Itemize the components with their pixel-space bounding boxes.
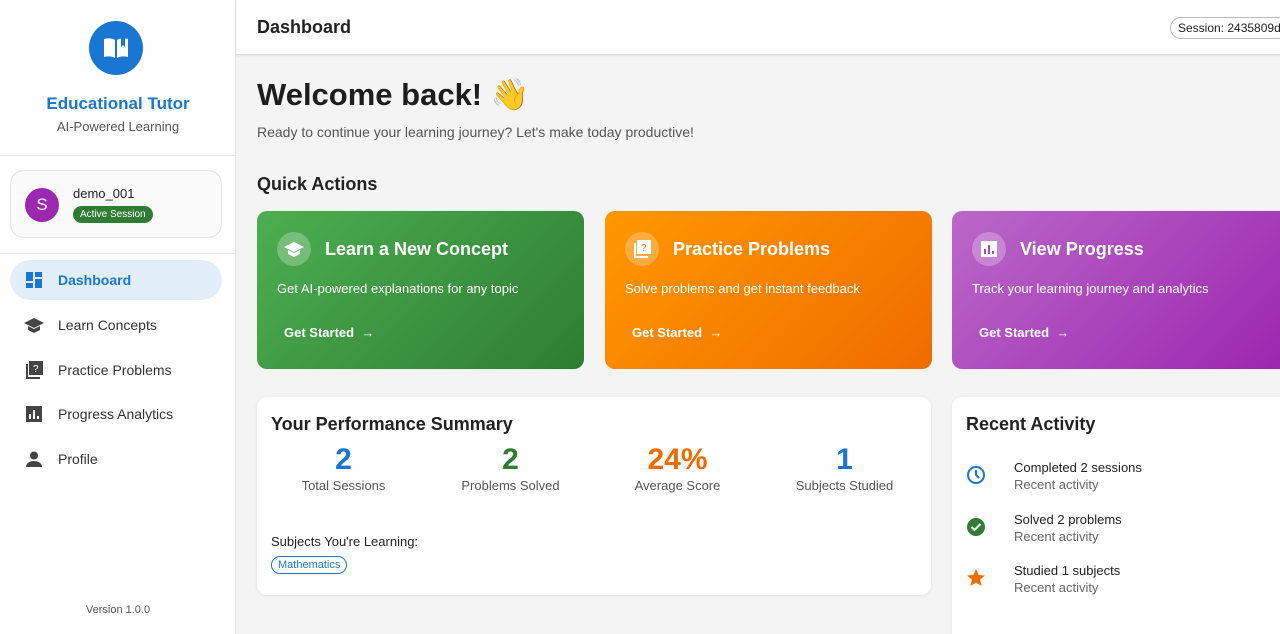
dashboard-icon — [24, 270, 44, 290]
card-description: Solve problems and get instant feedback — [625, 281, 860, 296]
panel-title: Recent Activity — [966, 414, 1096, 434]
app-brand: Educational Tutor — [46, 94, 190, 113]
analytics-icon — [972, 232, 1006, 266]
performance-summary-panel: Your Performance Summary 2 Total Sessions… — [257, 397, 931, 595]
quick-actions-title: Quick Actions — [257, 174, 378, 194]
welcome-heading: Welcome back! 👋 — [257, 77, 530, 112]
status-badge: Active Session — [73, 206, 153, 223]
avatar: S — [25, 188, 59, 222]
sidebar-item-profile[interactable]: Profile — [10, 439, 222, 479]
activity-item: Completed 2 sessions Recent activity — [966, 460, 1266, 500]
book-logo-icon — [89, 21, 143, 75]
practice-problems-card[interactable]: ? Practice Problems Solve problems and g… — [605, 211, 932, 369]
analytics-icon — [24, 404, 44, 424]
svg-text:?: ? — [641, 243, 647, 254]
user-card: S demo_001 Active Session — [10, 170, 222, 238]
top-bar: Dashboard Session: 2435809d — [236, 0, 1280, 55]
sidebar: Educational Tutor AI-Powered Learning S … — [0, 0, 236, 634]
activity-item: Solved 2 problems Recent activity — [966, 512, 1266, 552]
sidebar-item-learn-concepts[interactable]: Learn Concepts — [10, 305, 222, 345]
check-circle-icon — [967, 518, 985, 536]
nav-label: Practice Problems — [58, 362, 172, 378]
card-title: Learn a New Concept — [325, 239, 509, 259]
username: demo_001 — [73, 186, 135, 201]
stat-total-sessions: 2 Total Sessions — [301, 443, 386, 493]
sidebar-item-progress-analytics[interactable]: Progress Analytics — [10, 394, 222, 434]
star-icon — [967, 569, 985, 586]
arrow-right-icon: → — [705, 325, 723, 340]
nav-label: Learn Concepts — [58, 317, 157, 333]
get-started-button[interactable]: Get Started → — [284, 325, 374, 340]
app-tagline: AI-Powered Learning — [56, 119, 180, 134]
activity-item: Studied 1 subjects Recent activity — [966, 563, 1266, 603]
quiz-icon: ? — [625, 232, 659, 266]
panel-title: Your Performance Summary — [271, 414, 513, 434]
stat-subjects-studied: 1 Subjects Studied — [795, 443, 894, 493]
card-title: Practice Problems — [673, 239, 831, 259]
person-icon — [24, 449, 44, 469]
school-icon — [24, 315, 44, 335]
view-progress-card[interactable]: View Progress Track your learning journe… — [952, 211, 1280, 369]
arrow-right-icon: → — [1052, 325, 1070, 340]
divider — [0, 155, 236, 156]
nav-label: Dashboard — [58, 272, 132, 288]
svg-text:?: ? — [33, 364, 39, 375]
version-label: Version 1.0.0 — [85, 604, 151, 616]
nav-label: Profile — [58, 451, 98, 467]
card-description: Get AI-powered explanations for any topi… — [277, 281, 519, 296]
stat-problems-solved: 2 Problems Solved — [461, 443, 560, 493]
arrow-right-icon: → — [357, 325, 375, 340]
stat-average-score: 24% Average Score — [634, 443, 721, 493]
card-title: View Progress — [1020, 239, 1144, 259]
sidebar-item-practice-problems[interactable]: ? Practice Problems — [10, 350, 222, 390]
clock-icon — [967, 466, 985, 484]
nav-label: Progress Analytics — [58, 406, 174, 422]
page-title: Dashboard — [257, 17, 352, 37]
learn-concept-card[interactable]: Learn a New Concept Get AI-powered expla… — [257, 211, 584, 369]
school-icon — [277, 232, 311, 266]
session-badge: Session: 2435809d — [1170, 17, 1280, 39]
sidebar-item-dashboard[interactable]: Dashboard — [10, 260, 222, 300]
quiz-icon: ? — [24, 360, 44, 380]
subject-chip[interactable]: Mathematics — [271, 556, 348, 574]
welcome-subtitle: Ready to continue your learning journey?… — [257, 124, 694, 140]
card-description: Track your learning journey and analytic… — [972, 281, 1209, 296]
recent-activity-panel: Recent Activity Completed 2 sessions Rece… — [952, 397, 1280, 634]
get-started-button[interactable]: Get Started → — [979, 325, 1069, 340]
divider — [0, 253, 236, 254]
get-started-button[interactable]: Get Started → — [632, 325, 722, 340]
subjects-label: Subjects You're Learning: — [271, 534, 419, 549]
